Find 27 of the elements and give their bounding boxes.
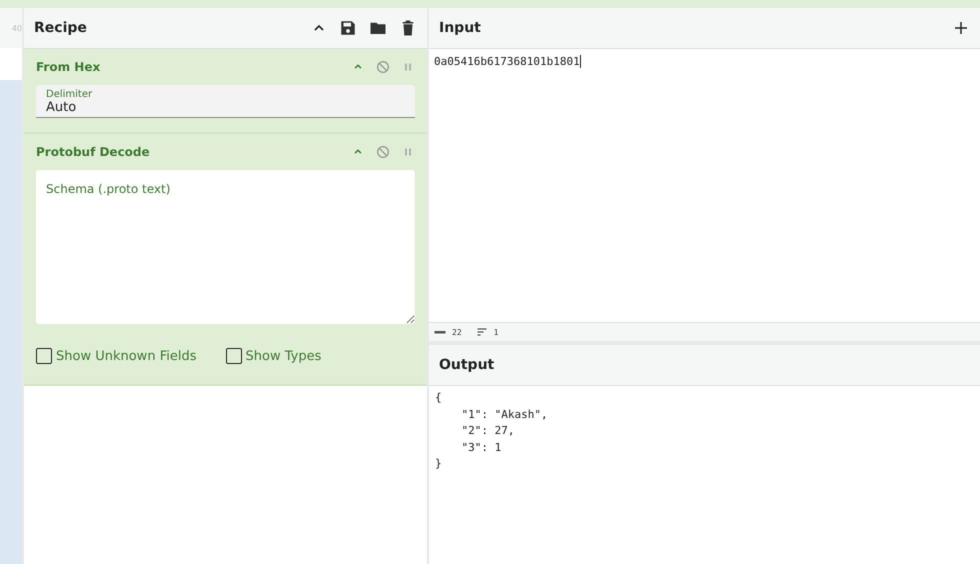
output-line: "3": 1: [460, 440, 502, 456]
add-button[interactable]: [952, 19, 970, 37]
panel-title: Output: [439, 357, 496, 373]
operation-title: Protobuf Decode: [36, 145, 151, 159]
character-count: 22: [452, 328, 462, 336]
operation-title: From Hex: [36, 60, 102, 74]
plus-icon: [952, 19, 970, 37]
delimiter-field[interactable]: Delimiter Auto: [36, 85, 415, 118]
schema-field[interactable]: Schema (.proto text): [36, 170, 415, 324]
checkbox-option[interactable]: Show Types: [226, 348, 415, 364]
panel-title: Input: [439, 20, 482, 36]
panel-title: Recipe: [34, 20, 88, 36]
line-count: 1: [494, 328, 498, 336]
output-line: }: [435, 456, 443, 472]
checkbox-option[interactable]: Show Unknown Fields: [36, 348, 226, 364]
output-line: "2": 27,: [460, 423, 516, 439]
save-button[interactable]: [339, 19, 357, 37]
output-line: "1": "Akash",: [460, 406, 549, 422]
disable-button[interactable]: [375, 144, 391, 160]
input-text[interactable]: 0a05416b617368101b1801: [434, 55, 581, 68]
disable-icon: [375, 59, 391, 75]
output-line: {: [435, 390, 443, 406]
disable-button[interactable]: [375, 59, 391, 75]
column-label: 40: [12, 24, 22, 32]
save-icon: [339, 19, 357, 37]
disable-icon: [375, 144, 391, 160]
lines-icon: [476, 326, 488, 338]
